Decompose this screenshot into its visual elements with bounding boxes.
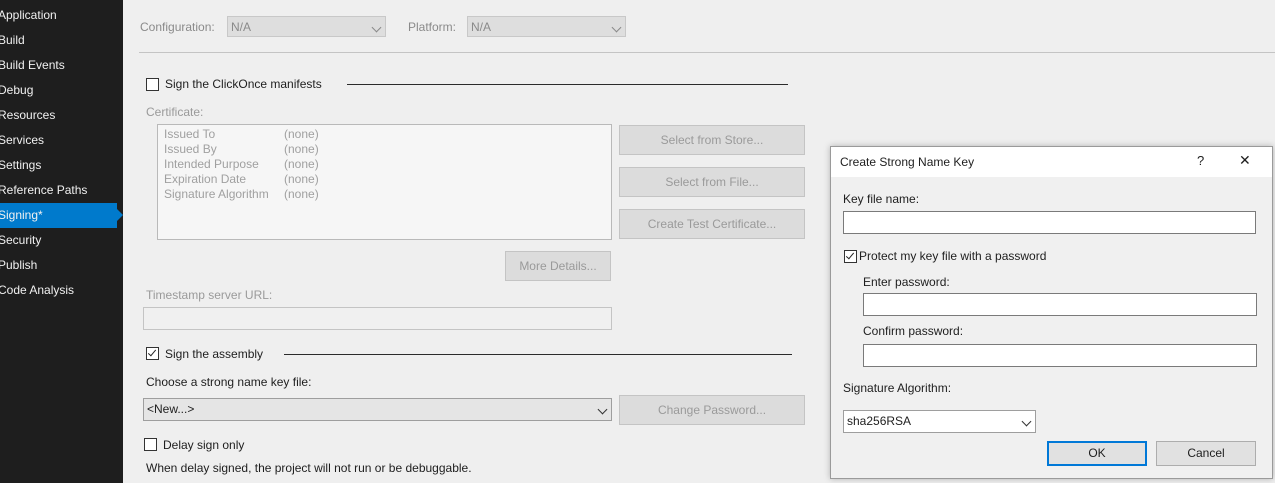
enter-password-label: Enter password: [863, 275, 950, 289]
cancel-button[interactable]: Cancel [1156, 441, 1256, 466]
config-divider [139, 52, 1275, 53]
sign-assembly-label: Sign the assembly [165, 347, 264, 361]
configuration-value: N/A [231, 20, 252, 34]
checkmark-icon [845, 250, 855, 260]
change-password-button[interactable]: Change Password... [619, 395, 805, 425]
sidebar-item-build[interactable]: Build [0, 28, 123, 53]
delay-sign-note: When delay signed, the project will not … [146, 461, 472, 475]
select-from-store-button[interactable]: Select from Store... [619, 125, 805, 155]
checkmark-icon [147, 347, 157, 357]
cert-value: (none) [284, 157, 319, 171]
chevron-down-icon [611, 22, 622, 33]
certificate-details-box: Issued To (none) Issued By (none) Intend… [157, 124, 612, 240]
cert-value: (none) [284, 187, 319, 201]
chevron-down-icon [371, 22, 382, 33]
signature-algorithm-value: sha256RSA [847, 414, 912, 428]
sidebar-item-debug[interactable]: Debug [0, 78, 123, 103]
confirm-password-label: Confirm password: [863, 324, 964, 338]
assembly-group-line [284, 354, 792, 355]
sidebar-item-security[interactable]: Security [0, 228, 123, 253]
key-file-dropdown[interactable]: <New...> [143, 398, 612, 421]
enter-password-input[interactable] [863, 293, 1257, 316]
sidebar-item-resources[interactable]: Resources [0, 103, 123, 128]
sidebar-item-code-analysis[interactable]: Code Analysis [0, 278, 123, 303]
delay-sign-label: Delay sign only [163, 438, 245, 452]
cert-key: Expiration Date [164, 172, 247, 186]
cert-key: Signature Algorithm [164, 187, 269, 201]
dialog-titlebar: Create Strong Name Key ? ✕ [831, 147, 1272, 177]
create-test-certificate-button[interactable]: Create Test Certificate... [619, 209, 805, 239]
select-from-file-button[interactable]: Select from File... [619, 167, 805, 197]
protect-password-label: Protect my key file with a password [859, 249, 1047, 263]
help-icon[interactable]: ? [1197, 153, 1204, 168]
key-file-name-input[interactable] [843, 211, 1256, 234]
signature-algorithm-dropdown[interactable]: sha256RSA [843, 410, 1036, 433]
sidebar-item-application[interactable]: Application [0, 3, 123, 28]
cert-key: Issued To [164, 127, 216, 141]
cert-value: (none) [284, 172, 319, 186]
chevron-down-icon [1021, 416, 1032, 427]
configuration-label: Configuration: [140, 20, 215, 34]
sidebar: Application Build Build Events Debug Res… [0, 0, 123, 483]
sidebar-item-build-events[interactable]: Build Events [0, 53, 123, 78]
protect-password-checkbox[interactable] [844, 250, 857, 263]
cert-value: (none) [284, 127, 319, 141]
sidebar-item-publish[interactable]: Publish [0, 253, 123, 278]
signature-algorithm-label: Signature Algorithm: [843, 381, 952, 395]
close-icon[interactable]: ✕ [1239, 152, 1251, 169]
cert-key: Intended Purpose [164, 157, 259, 171]
platform-dropdown[interactable]: N/A [467, 16, 626, 37]
sidebar-item-signing[interactable]: Signing* [0, 203, 117, 228]
key-file-name-label: Key file name: [843, 192, 920, 206]
sidebar-item-services[interactable]: Services [0, 128, 123, 153]
delay-sign-checkbox[interactable] [144, 438, 157, 451]
dialog-title: Create Strong Name Key [840, 155, 975, 169]
sidebar-item-settings[interactable]: Settings [0, 153, 123, 178]
certificate-label: Certificate: [146, 105, 204, 119]
configuration-dropdown[interactable]: N/A [227, 16, 386, 37]
confirm-password-input[interactable] [863, 344, 1257, 367]
sign-assembly-checkbox[interactable] [146, 347, 159, 360]
chevron-down-icon [597, 404, 608, 415]
ok-button[interactable]: OK [1047, 441, 1147, 466]
timestamp-url-input[interactable] [143, 307, 612, 330]
choose-key-file-label: Choose a strong name key file: [146, 375, 312, 389]
clickonce-group-line [347, 84, 788, 85]
key-file-value: <New...> [147, 402, 195, 416]
sign-clickonce-label: Sign the ClickOnce manifests [165, 77, 322, 91]
platform-label: Platform: [408, 20, 457, 34]
more-details-button[interactable]: More Details... [505, 251, 611, 281]
create-strong-name-key-dialog: Create Strong Name Key ? ✕ Key file name… [830, 146, 1273, 479]
cert-value: (none) [284, 142, 319, 156]
cert-key: Issued By [164, 142, 217, 156]
active-indicator-arrow-icon [117, 209, 123, 221]
sidebar-item-reference-paths[interactable]: Reference Paths [0, 178, 123, 203]
sign-clickonce-checkbox[interactable] [146, 78, 159, 91]
platform-value: N/A [471, 20, 492, 34]
timestamp-label: Timestamp server URL: [146, 288, 273, 302]
